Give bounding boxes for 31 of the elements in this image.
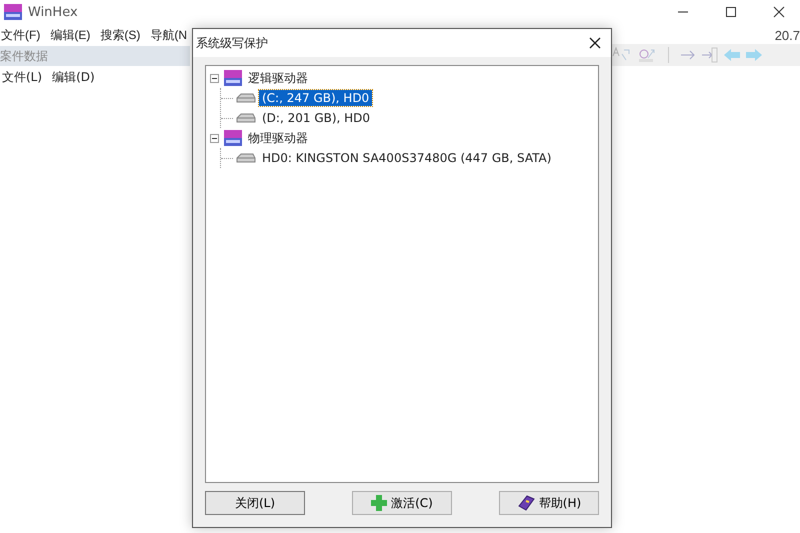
tree-item[interactable]: 物理驱动器 [248,130,308,146]
plus-icon [371,495,388,511]
tree-item[interactable]: HD0: KINGSTON SA400S37480G (447 GB, SATA) [259,150,554,166]
close-icon[interactable] [773,6,785,18]
app-logo-icon [4,4,22,20]
tree-item[interactable]: (D:, 201 GB), HD0 [259,110,374,126]
window-title: WinHex [28,4,78,20]
tree-item[interactable]: (C:, 247 GB), HD0 [259,90,372,106]
menu-item[interactable]: 搜索(S) [100,26,140,44]
menu-item[interactable]: 编辑(D) [52,68,95,86]
child-window-title: 案件数据 [0,46,190,66]
menu-item[interactable]: 导航(N [150,26,187,44]
tree-item[interactable]: 逻辑驱动器 [248,70,308,86]
hex-logo-icon [224,70,242,86]
menu-item[interactable]: 编辑(E) [50,26,90,44]
collapse-icon[interactable] [210,134,219,142]
help-button[interactable]: 帮助(H) [499,491,599,515]
dialog-title: 系统级写保护 [196,34,268,52]
collapse-icon[interactable] [210,74,219,82]
drive-icon [236,92,256,104]
activate-button[interactable]: 激活(C) [352,491,452,515]
menu-item[interactable]: 文件(F) [1,26,40,44]
close-button[interactable]: 关闭(L) [205,491,305,515]
book-icon [516,495,535,511]
hex-logo-icon [224,130,242,146]
maximize-icon[interactable] [725,6,737,18]
drive-icon [236,112,256,124]
drive-icon [236,152,256,164]
close-icon[interactable] [589,37,601,49]
version-label: 20.7 [774,28,800,42]
menu-item[interactable]: 文件(L) [2,68,42,86]
